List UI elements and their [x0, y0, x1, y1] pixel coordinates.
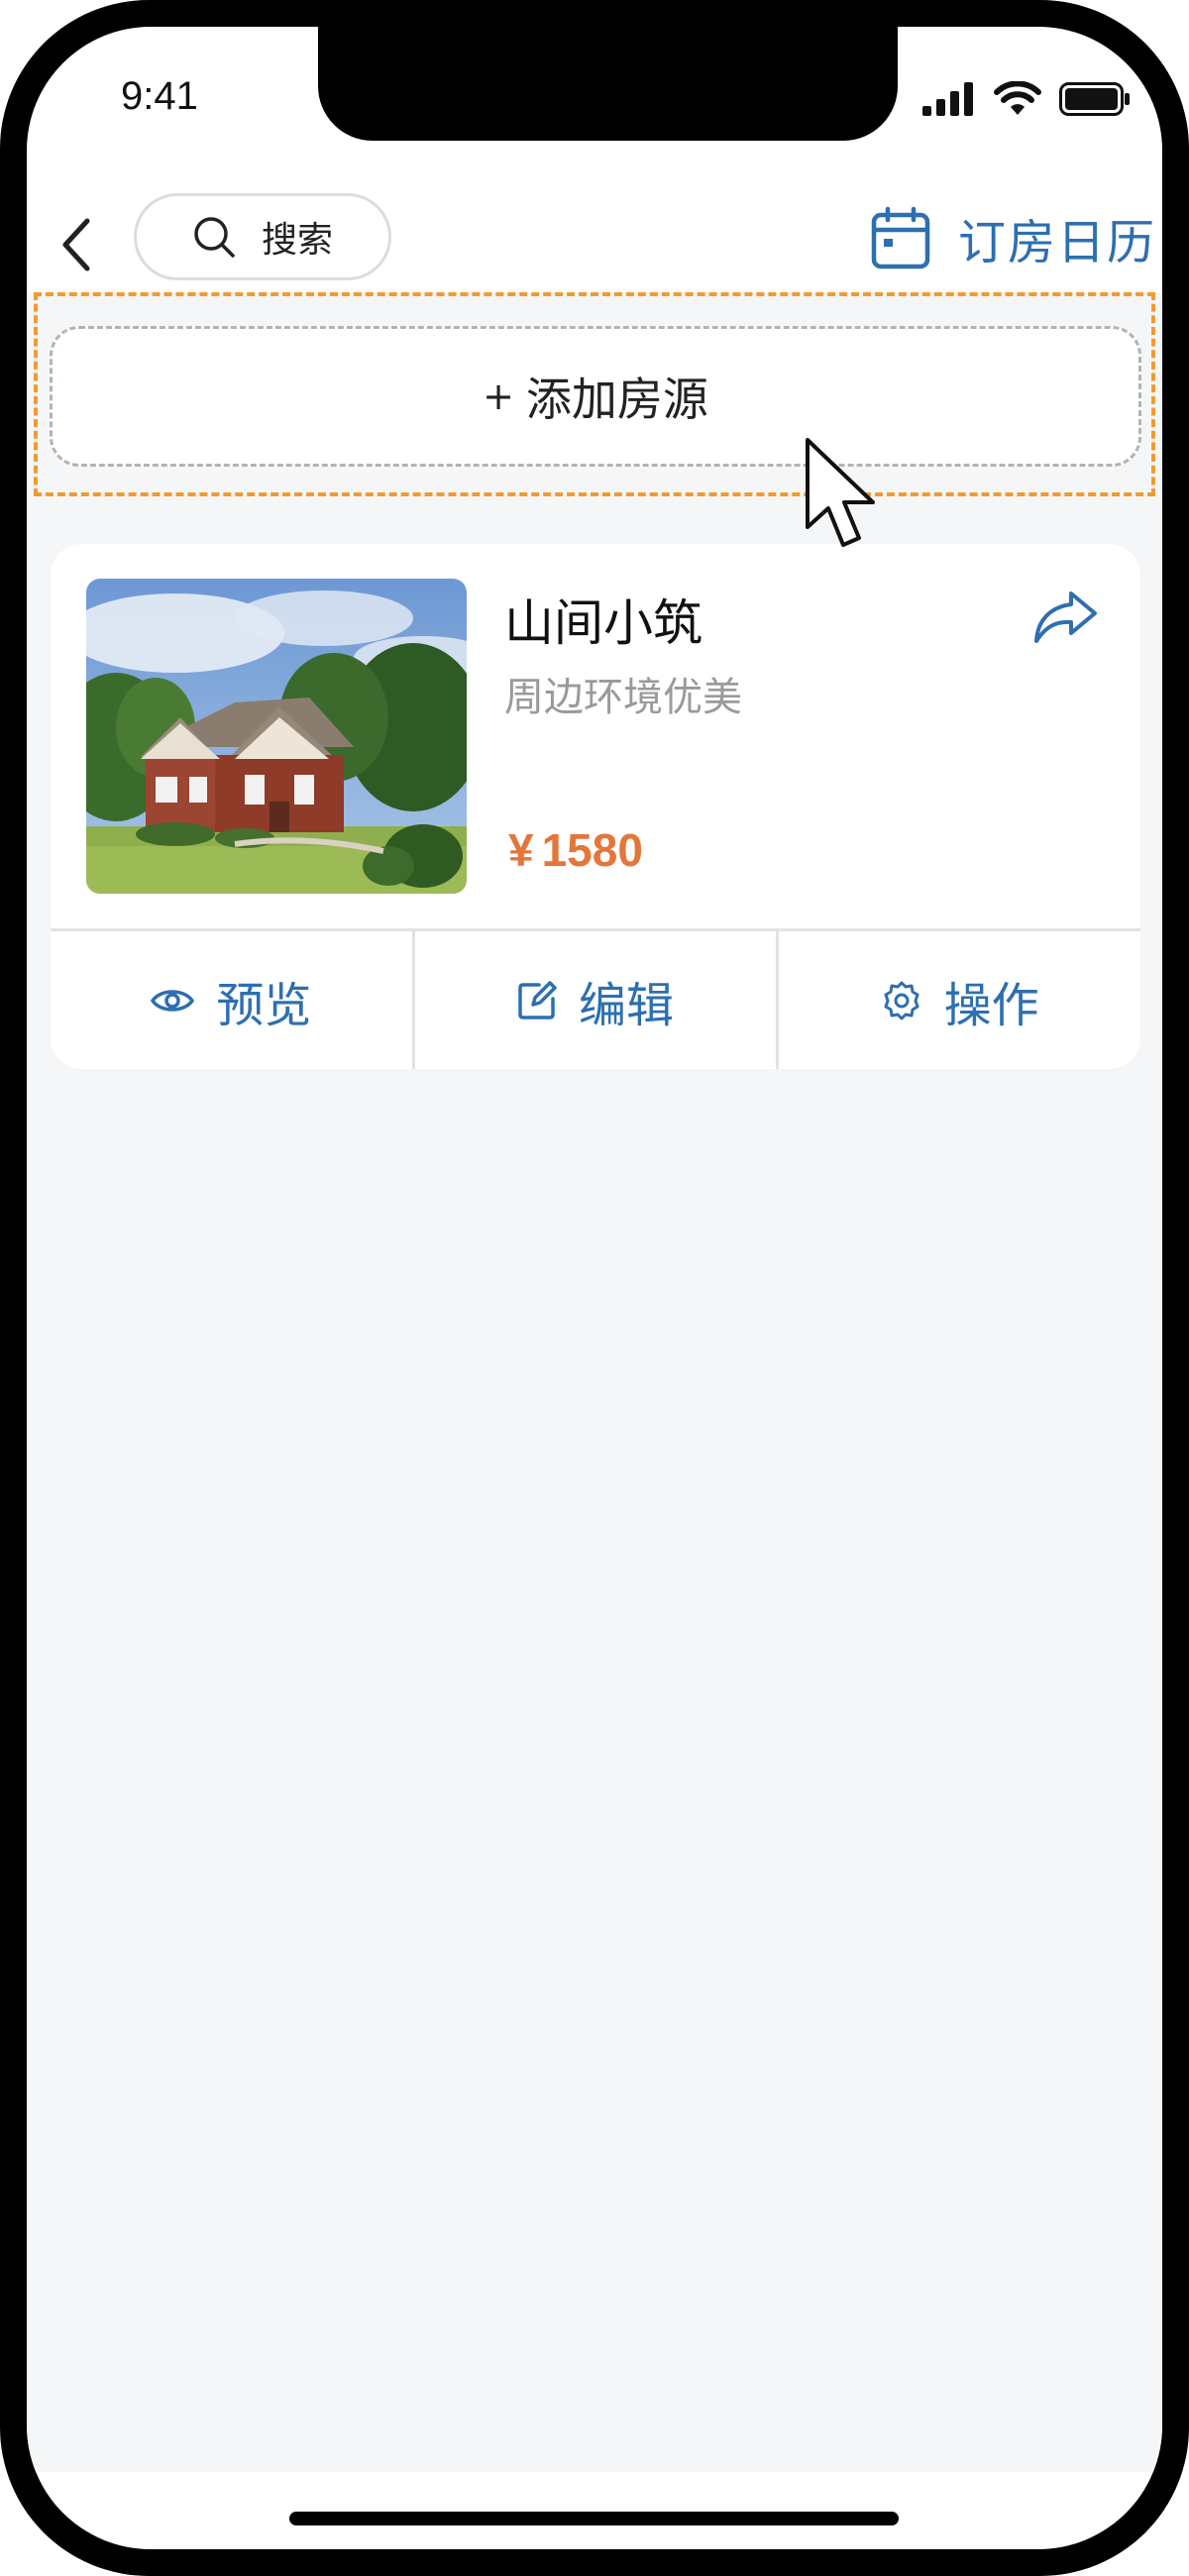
house-image	[86, 579, 467, 894]
add-listing-label: 添加房源	[525, 373, 708, 426]
notch	[318, 27, 898, 141]
preview-button[interactable]: 预览	[51, 931, 412, 1069]
listing-actions: 预览 编辑 操作	[51, 928, 1140, 1069]
booking-calendar-link[interactable]: 订房日历	[871, 200, 1156, 274]
signal-icon	[922, 82, 973, 116]
edit-icon	[518, 980, 557, 1020]
cursor-icon	[806, 438, 875, 547]
status-time: 9:41	[121, 74, 198, 118]
gear-icon	[884, 981, 919, 1020]
preview-label: 预览	[216, 977, 312, 1033]
edit-button[interactable]: 编辑	[411, 931, 777, 1069]
listing-title: 山间小筑	[504, 594, 703, 652]
back-icon	[62, 218, 90, 271]
battery-icon	[1059, 82, 1130, 116]
search-label: 搜索	[262, 220, 334, 261]
content-area: + 添加房源 山间小筑 周边环境优美 ¥ 1580 预览 编辑 操作	[27, 292, 1162, 2472]
operate-button[interactable]: 操作	[776, 931, 1140, 1069]
back-button[interactable]	[47, 205, 106, 284]
edit-label: 编辑	[579, 977, 675, 1033]
status-icons	[922, 81, 1131, 117]
listing-card[interactable]: 山间小筑 周边环境优美 ¥ 1580 预览 编辑 操作	[51, 544, 1140, 1069]
currency-symbol: ¥	[508, 824, 534, 876]
eye-icon	[151, 989, 195, 1012]
price-value: 1580	[541, 824, 643, 876]
calendar-label: 订房日历	[957, 214, 1156, 270]
phone-frame: 9:41 搜索 订房日历 + 添加房源 山间小筑 周边环境优美 ¥ 1580 预…	[0, 0, 1189, 2576]
listing-photo[interactable]	[86, 579, 467, 894]
plus-icon: +	[483, 375, 514, 418]
share-icon	[1034, 591, 1097, 643]
add-listing-button[interactable]: + 添加房源	[50, 326, 1141, 467]
listing-subtitle: 周边环境优美	[504, 675, 742, 720]
share-button[interactable]	[1027, 579, 1105, 656]
home-indicator	[289, 2512, 899, 2525]
search-box[interactable]: 搜索	[134, 193, 391, 280]
screen: 9:41 搜索 订房日历 + 添加房源 山间小筑 周边环境优美 ¥ 1580 预…	[27, 27, 1162, 2549]
operate-label: 操作	[943, 977, 1039, 1033]
listing-price: ¥ 1580	[508, 823, 643, 877]
calendar-icon	[871, 206, 930, 268]
search-icon	[194, 217, 235, 258]
wifi-icon	[994, 81, 1041, 115]
